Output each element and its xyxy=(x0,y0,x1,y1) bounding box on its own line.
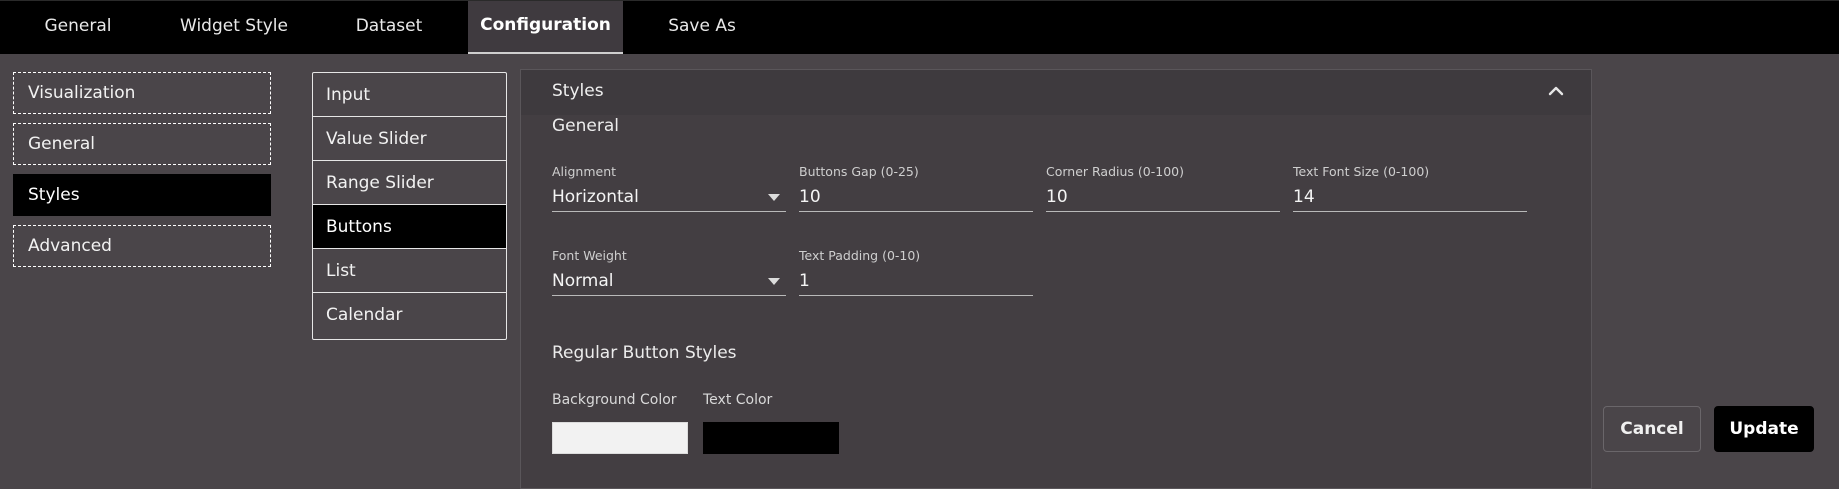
font-weight-field[interactable]: Font Weight Normal xyxy=(552,248,786,296)
corner-radius-input[interactable]: 10 xyxy=(1046,182,1280,212)
font-weight-label: Font Weight xyxy=(552,248,627,263)
section-title-general: General xyxy=(552,116,619,136)
alignment-value: Horizontal xyxy=(552,187,639,207)
background-color-label: Background Color xyxy=(552,392,677,408)
text-font-size-input[interactable]: 14 xyxy=(1293,182,1527,212)
nav-item-styles[interactable]: Styles xyxy=(13,174,271,216)
update-button[interactable]: Update xyxy=(1714,406,1814,452)
tab-widget-style[interactable]: Widget Style xyxy=(168,1,300,54)
dropdown-arrow-icon[interactable] xyxy=(768,278,780,285)
font-weight-value: Normal xyxy=(552,271,614,291)
text-color-label: Text Color xyxy=(703,392,773,408)
background-color-swatch[interactable] xyxy=(552,422,688,454)
sub-item-input[interactable]: Input xyxy=(313,73,506,117)
dropdown-arrow-icon[interactable] xyxy=(768,194,780,201)
corner-radius-field[interactable]: Corner Radius (0-100) 10 xyxy=(1046,164,1280,212)
styles-panel: Styles General Alignment Horizontal Butt… xyxy=(520,69,1592,489)
text-padding-field[interactable]: Text Padding (0-10) 1 xyxy=(799,248,1033,296)
text-font-size-field[interactable]: Text Font Size (0-100) 14 xyxy=(1293,164,1527,212)
styles-panel-header[interactable]: Styles xyxy=(521,70,1591,115)
text-padding-input[interactable]: 1 xyxy=(799,266,1033,296)
alignment-select[interactable]: Horizontal xyxy=(552,182,786,212)
tab-save-as[interactable]: Save As xyxy=(655,1,749,54)
nav-item-advanced[interactable]: Advanced xyxy=(13,225,271,267)
tab-general[interactable]: General xyxy=(20,1,136,54)
cancel-button[interactable]: Cancel xyxy=(1603,406,1701,452)
alignment-field[interactable]: Alignment Horizontal xyxy=(552,164,786,212)
nav-item-general[interactable]: General xyxy=(13,123,271,165)
text-padding-label: Text Padding (0-10) xyxy=(799,248,921,263)
sub-item-calendar[interactable]: Calendar xyxy=(313,293,506,337)
panel-title: Styles xyxy=(552,81,604,101)
buttons-gap-field[interactable]: Buttons Gap (0-25) 10 xyxy=(799,164,1033,212)
tab-configuration[interactable]: Configuration xyxy=(468,1,623,54)
top-tab-bar: General Widget Style Dataset Configurati… xyxy=(0,0,1839,54)
sub-item-buttons[interactable]: Buttons xyxy=(313,205,506,249)
text-color-swatch[interactable] xyxy=(703,422,839,454)
section-title-regular-button-styles: Regular Button Styles xyxy=(552,343,737,363)
alignment-label: Alignment xyxy=(552,164,617,179)
text-font-size-label: Text Font Size (0-100) xyxy=(1293,164,1430,179)
chevron-up-icon[interactable] xyxy=(1547,82,1565,100)
sub-item-list[interactable]: List xyxy=(313,249,506,293)
widget-type-list: Input Value Slider Range Slider Buttons … xyxy=(312,72,507,340)
corner-radius-label: Corner Radius (0-100) xyxy=(1046,164,1184,179)
sub-item-range-slider[interactable]: Range Slider xyxy=(313,161,506,205)
buttons-gap-label: Buttons Gap (0-25) xyxy=(799,164,919,179)
font-weight-select[interactable]: Normal xyxy=(552,266,786,296)
sub-item-value-slider[interactable]: Value Slider xyxy=(313,117,506,161)
nav-item-visualization[interactable]: Visualization xyxy=(13,72,271,114)
tab-dataset[interactable]: Dataset xyxy=(338,1,440,54)
buttons-gap-input[interactable]: 10 xyxy=(799,182,1033,212)
